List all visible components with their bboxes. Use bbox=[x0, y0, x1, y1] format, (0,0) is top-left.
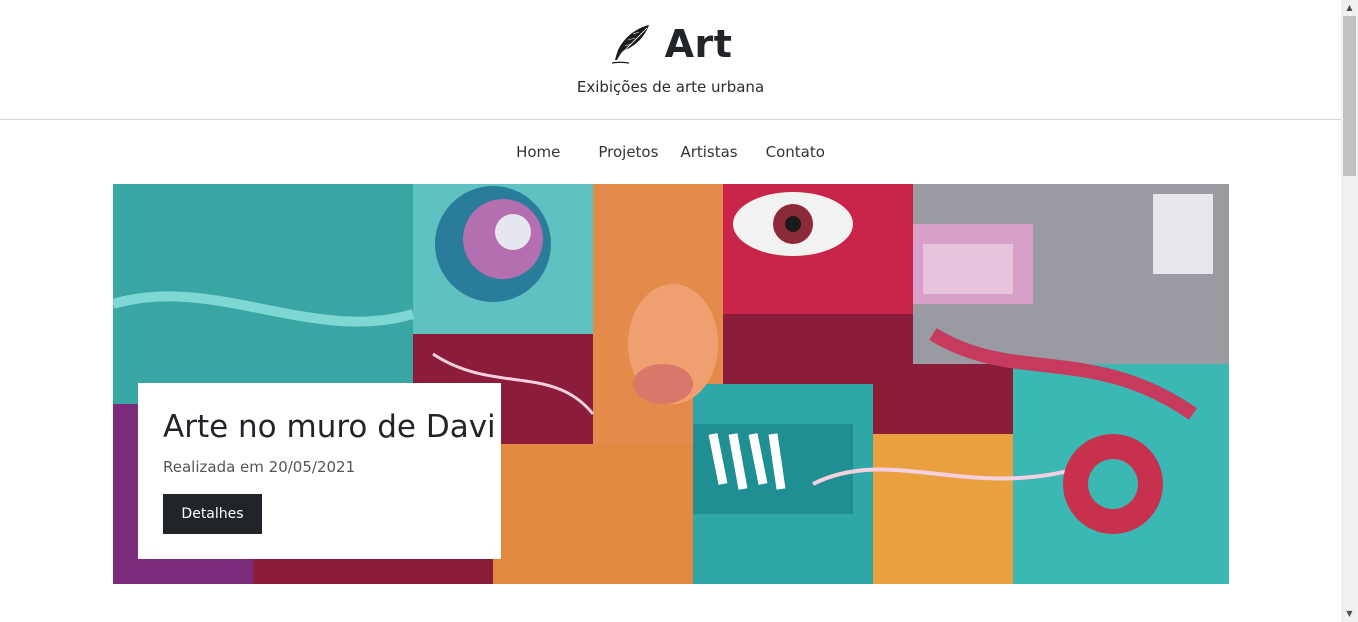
scrollbar[interactable]: ▲ ▼ bbox=[1341, 0, 1358, 622]
site-subtitle: Exibições de arte urbana bbox=[576, 78, 765, 96]
nav-contato[interactable]: Contato bbox=[766, 143, 825, 161]
hero-card: Arte no muro de Davi Realizada em 20/05/… bbox=[138, 383, 501, 559]
details-button[interactable]: Detalhes bbox=[163, 494, 262, 534]
feather-quill-icon bbox=[611, 25, 649, 64]
site-title: Art bbox=[664, 22, 733, 66]
nav-projetos[interactable]: Projetos bbox=[598, 143, 658, 161]
nav-artistas[interactable]: Artistas bbox=[680, 143, 737, 161]
site-header: Art Exibições de arte urbana bbox=[0, 0, 1341, 120]
hero-card-title: Arte no muro de Davi bbox=[163, 409, 496, 445]
scroll-down-arrow-icon[interactable]: ▼ bbox=[1341, 606, 1358, 622]
hero-card-date: Realizada em 20/05/2021 bbox=[163, 458, 356, 476]
scroll-thumb[interactable] bbox=[1343, 16, 1356, 176]
nav-home[interactable]: Home bbox=[516, 143, 560, 161]
main-nav: Home Projetos Artistas Contato bbox=[0, 143, 1341, 161]
brand[interactable]: Art bbox=[0, 22, 1341, 66]
scroll-up-arrow-icon[interactable]: ▲ bbox=[1341, 0, 1358, 16]
